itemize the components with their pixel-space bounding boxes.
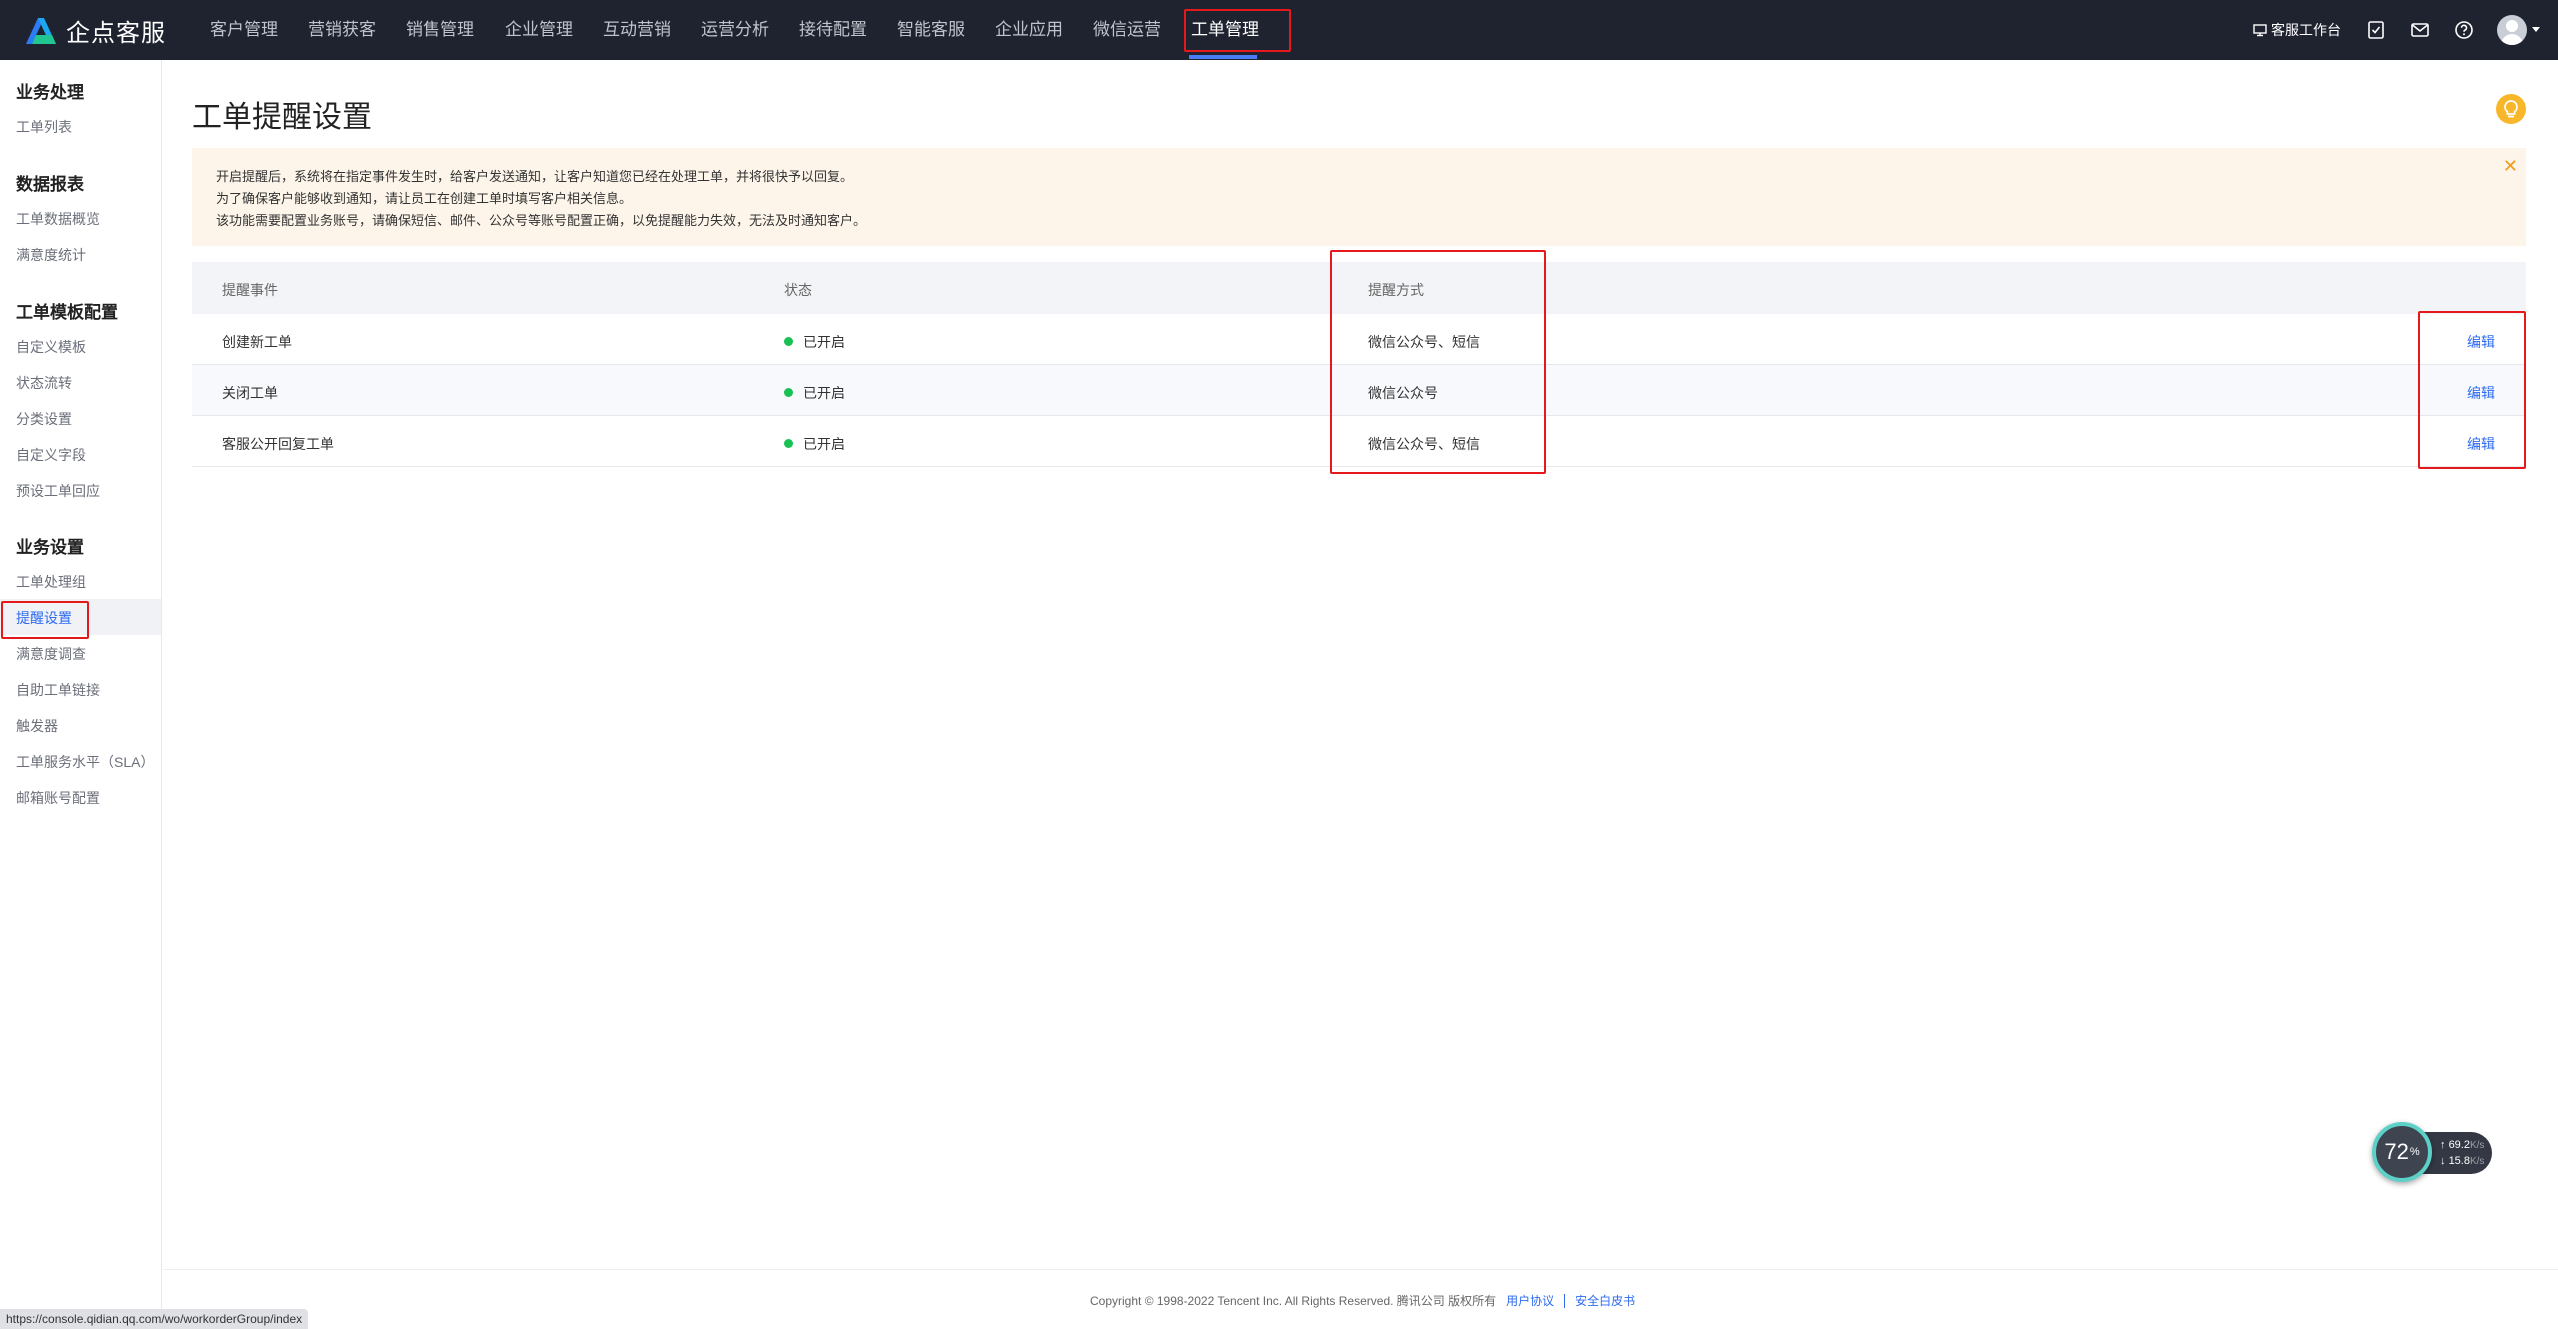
table-row: 关闭工单 已开启 微信公众号 编辑 (192, 365, 2526, 416)
help-icon[interactable] (2454, 20, 2474, 40)
edit-link[interactable]: 编辑 (2467, 383, 2495, 403)
event-cell: 关闭工单 (222, 385, 278, 401)
table-row: 客服公开回复工单 已开启 微信公众号、短信 编辑 (192, 416, 2526, 467)
copyright-text: Copyright © 1998-2022 Tencent Inc. All R… (1090, 1294, 1497, 1308)
nav-workorder-management[interactable]: 工单管理 (1191, 0, 1259, 60)
brand-logo[interactable]: 企点客服 (22, 14, 166, 47)
upload-speed: ↑ 69.2K/s (2440, 1139, 2485, 1151)
table-header: 提醒事件 状态 提醒方式 (192, 262, 2526, 314)
nav-marketing[interactable]: 营销获客 (308, 0, 376, 60)
notice-line: 开启提醒后，系统将在指定事件发生时，给客户发送通知，让客户知道您已经在处理工单，… (216, 169, 854, 184)
task-check-icon[interactable] (2366, 20, 2386, 40)
memory-usage-gauge: 72% (2372, 1122, 2432, 1182)
nav-smart-service[interactable]: 智能客服 (897, 0, 965, 60)
notice-line: 为了确保客户能够收到通知，请让员工在创建工单时填写客户相关信息。 (216, 191, 633, 206)
chevron-down-icon[interactable] (2532, 27, 2540, 32)
sidebar-item-workorder-overview[interactable]: 工单数据概览 (16, 209, 100, 229)
nav-reception-config[interactable]: 接待配置 (799, 0, 867, 60)
nav-enterprise-apps[interactable]: 企业应用 (995, 0, 1063, 60)
workstation-link[interactable]: 客服工作台 (2253, 20, 2341, 40)
page-title: 工单提醒设置 (192, 101, 372, 134)
column-header-status: 状态 (784, 282, 812, 298)
sidebar-item-category-settings[interactable]: 分类设置 (16, 409, 72, 429)
event-cell: 创建新工单 (222, 334, 292, 350)
sidebar-item-custom-template[interactable]: 自定义模板 (16, 337, 86, 357)
sidebar-item-sla[interactable]: 工单服务水平（SLA） (16, 752, 154, 772)
status-cell: 已开启 (784, 383, 845, 403)
edit-link[interactable]: 编辑 (2467, 434, 2495, 454)
status-url-bar: https://console.qidian.qq.com/wo/workord… (0, 1309, 309, 1329)
download-speed: ↓ 15.8K/s (2440, 1155, 2485, 1167)
status-dot-icon (784, 337, 793, 346)
brand-name: 企点客服 (66, 19, 166, 47)
nav-interactive-marketing[interactable]: 互动营销 (603, 0, 671, 60)
sidebar-item-custom-fields[interactable]: 自定义字段 (16, 445, 86, 465)
sidebar-heading-business-settings: 业务设置 (16, 538, 84, 557)
nav-sales-management[interactable]: 销售管理 (406, 0, 474, 60)
event-cell: 客服公开回复工单 (222, 436, 334, 452)
method-cell: 微信公众号、短信 (1368, 436, 1480, 452)
sidebar-item-self-service-link[interactable]: 自助工单链接 (16, 680, 100, 700)
sidebar-item-triggers[interactable]: 触发器 (16, 716, 58, 736)
method-cell: 微信公众号、短信 (1368, 334, 1480, 350)
status-label: 已开启 (803, 334, 845, 350)
sidebar-item-reminder-settings[interactable]: 提醒设置 (16, 608, 72, 628)
status-cell: 已开启 (784, 332, 845, 352)
sidebar-item-workorder-list[interactable]: 工单列表 (16, 117, 72, 137)
sidebar-item-processing-group[interactable]: 工单处理组 (16, 572, 86, 592)
column-header-method: 提醒方式 (1368, 282, 1424, 298)
status-cell: 已开启 (784, 434, 845, 454)
avatar[interactable] (2497, 15, 2527, 45)
sidebar: 业务处理 工单列表 数据报表 工单数据概览 满意度统计 工单模板配置 自定义模板… (0, 60, 162, 1329)
method-cell: 微信公众号 (1368, 385, 1438, 401)
status-label: 已开启 (803, 385, 845, 401)
sidebar-item-satisfaction-survey[interactable]: 满意度调查 (16, 644, 86, 664)
column-header-event: 提醒事件 (222, 282, 278, 298)
sidebar-heading-template-config: 工单模板配置 (16, 303, 118, 322)
workstation-label: 客服工作台 (2271, 22, 2341, 38)
nav-wechat-operations[interactable]: 微信运营 (1093, 0, 1161, 60)
status-dot-icon (784, 439, 793, 448)
footer: Copyright © 1998-2022 Tencent Inc. All R… (1090, 1292, 1635, 1309)
sidebar-item-status-flow[interactable]: 状态流转 (16, 373, 72, 393)
sidebar-heading-business-processing: 业务处理 (16, 83, 84, 102)
security-whitepaper-link[interactable]: 安全白皮书 (1575, 1292, 1635, 1309)
table-row: 创建新工单 已开启 微信公众号、短信 编辑 (192, 314, 2526, 365)
notice-line: 该功能需要配置业务账号，请确保短信、邮件、公众号等账号配置正确，以免提醒能力失效… (216, 213, 867, 228)
nav-active-indicator (1189, 55, 1257, 59)
sidebar-heading-data-reports: 数据报表 (16, 175, 84, 194)
close-icon[interactable]: ✕ (2503, 156, 2518, 177)
nav-customer-management[interactable]: 客户管理 (210, 0, 278, 60)
status-label: 已开启 (803, 436, 845, 452)
mail-icon[interactable] (2410, 20, 2430, 40)
logo-icon (26, 18, 56, 44)
monitor-icon (2253, 24, 2267, 37)
edit-link[interactable]: 编辑 (2467, 332, 2495, 352)
sidebar-item-email-accounts[interactable]: 邮箱账号配置 (16, 788, 100, 808)
nav-operations-analysis[interactable]: 运营分析 (701, 0, 769, 60)
sidebar-item-satisfaction-stats[interactable]: 满意度统计 (16, 245, 86, 265)
network-speed-widget[interactable]: ↑ 69.2K/s ↓ 15.8K/s 72% (2372, 1122, 2494, 1182)
footer-divider (163, 1269, 2558, 1270)
top-navigation-bar: 企点客服 客户管理 营销获客 销售管理 企业管理 互动营销 运营分析 接待配置 … (0, 0, 2558, 60)
user-agreement-link[interactable]: 用户协议 (1506, 1292, 1554, 1309)
lightbulb-icon[interactable] (2496, 94, 2526, 124)
notice-banner: 开启提醒后，系统将在指定事件发生时，给客户发送通知，让客户知道您已经在处理工单，… (192, 148, 2526, 246)
sidebar-item-preset-response[interactable]: 预设工单回应 (16, 481, 100, 501)
status-dot-icon (784, 388, 793, 397)
nav-enterprise-management[interactable]: 企业管理 (505, 0, 573, 60)
footer-separator (1564, 1293, 1566, 1308)
